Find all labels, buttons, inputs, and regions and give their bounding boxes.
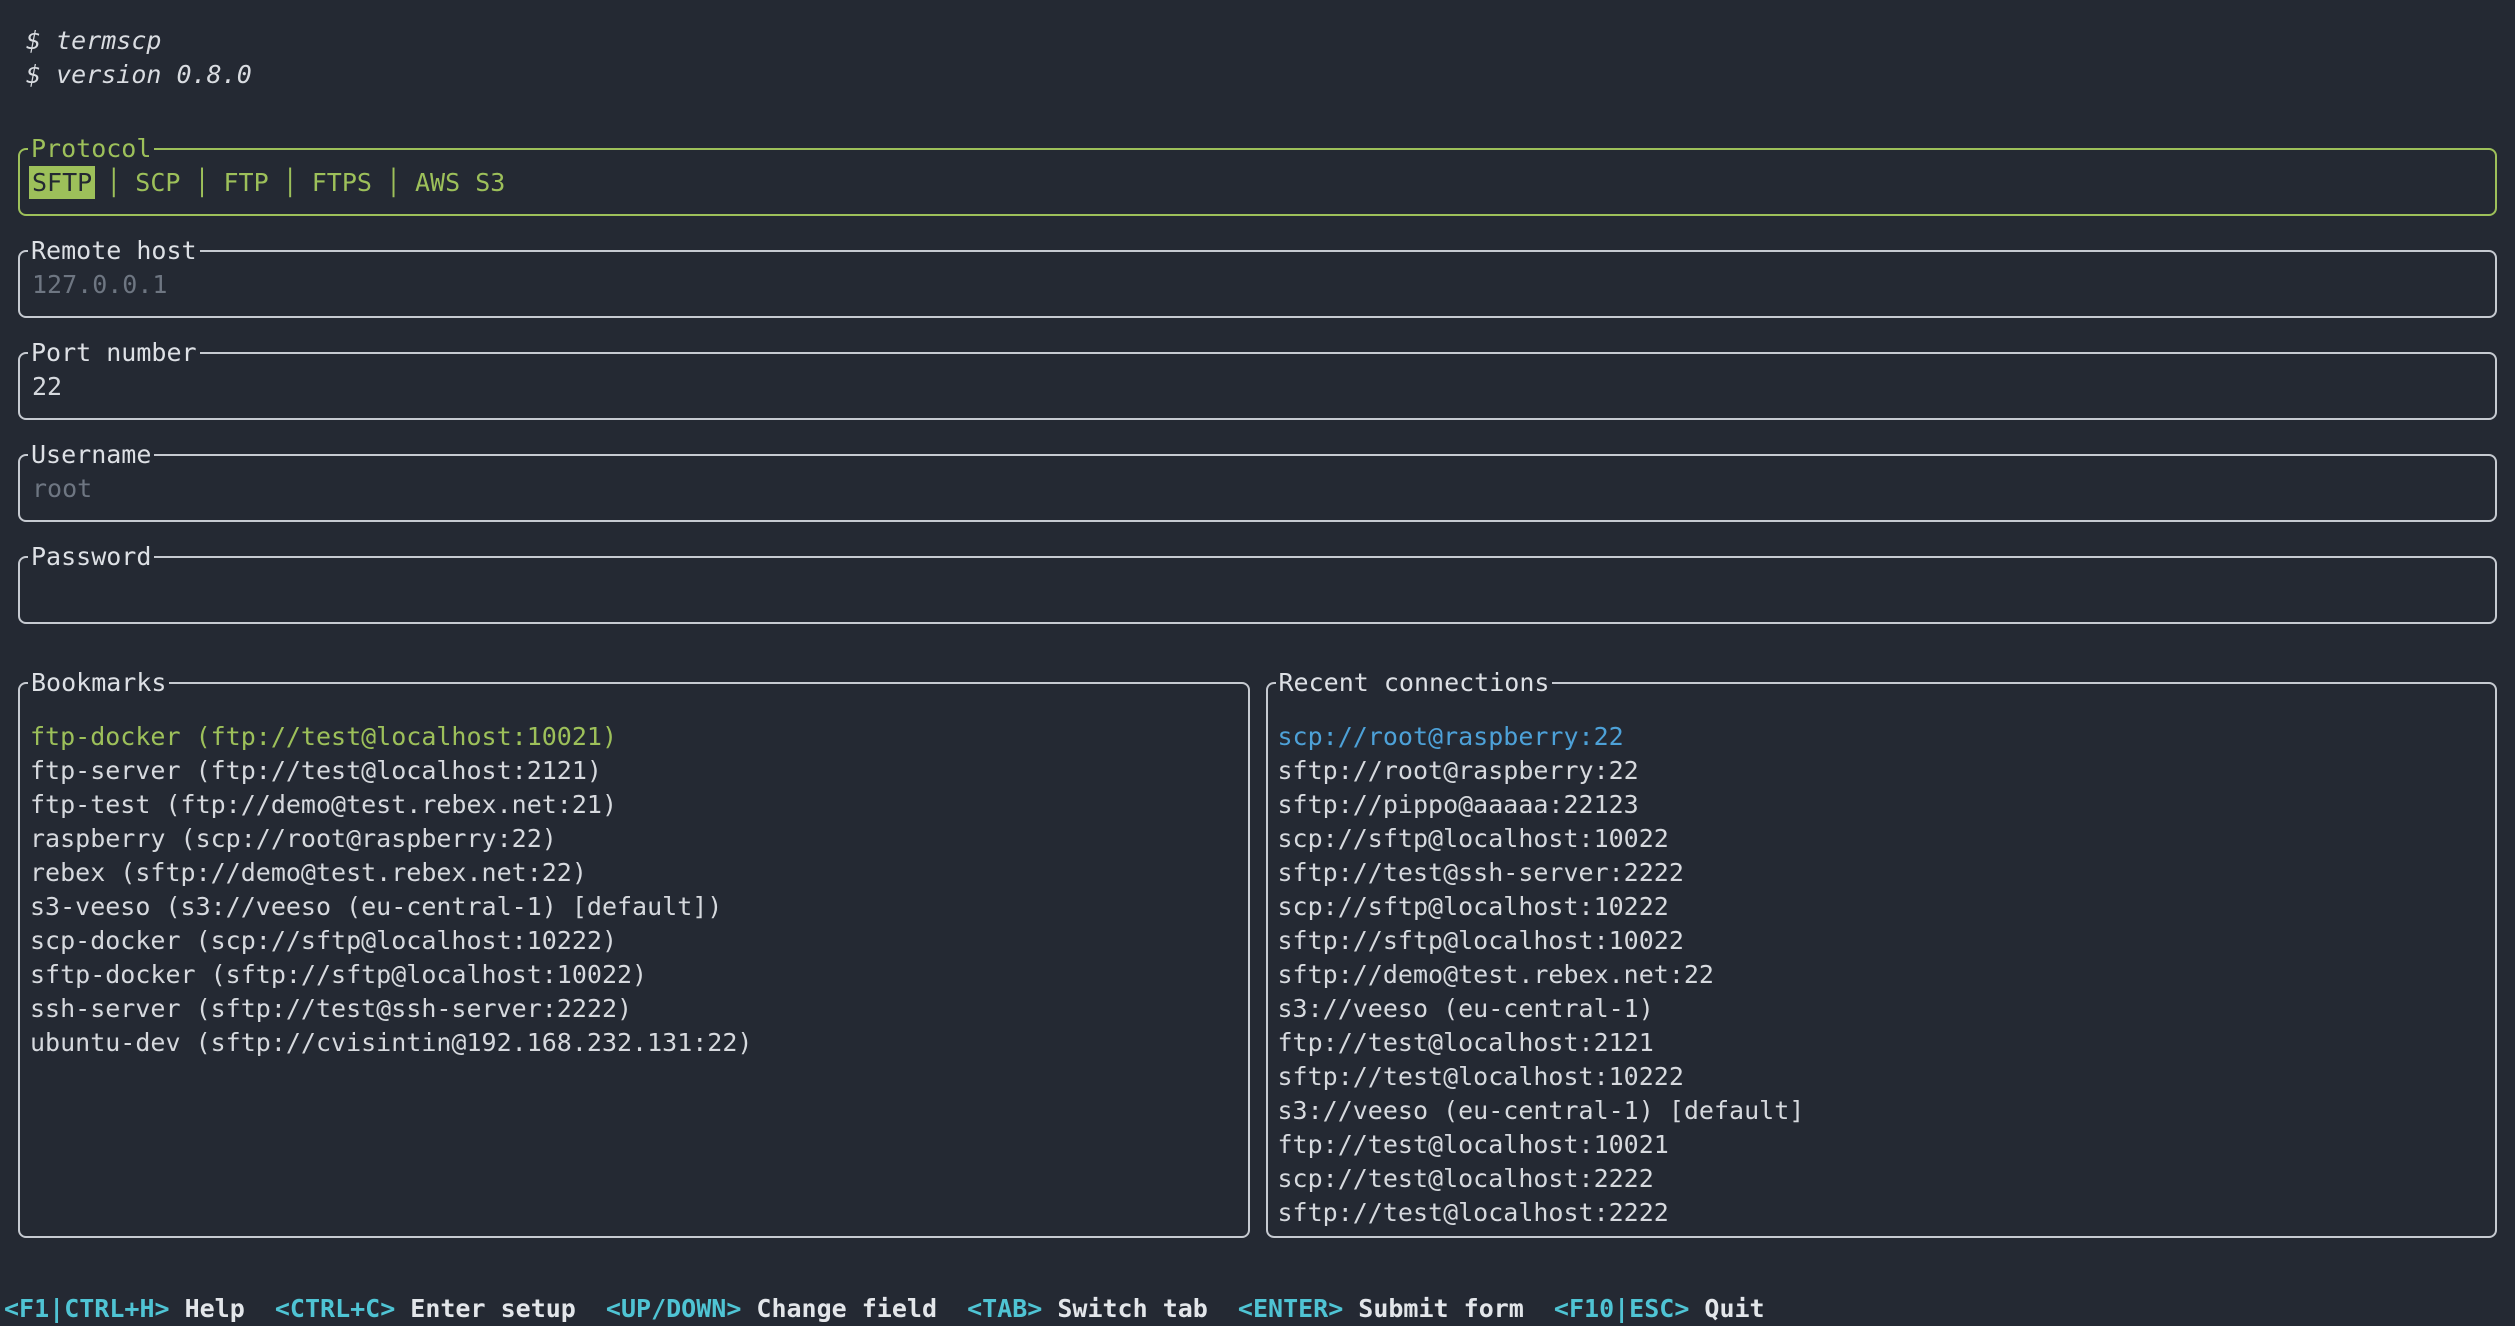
protocol-radio-group: Protocol SFTP │ SCP │ FTP │ — [18, 148, 2497, 216]
bookmark-item[interactable]: ftp-docker (ftp://test@localhost:10021) — [30, 720, 1248, 754]
bookmark-item[interactable]: ftp-test (ftp://demo@test.rebex.net:21) — [30, 788, 1248, 822]
protocol-separator: │ — [386, 168, 401, 197]
bookmark-item[interactable]: ssh-server (sftp://test@ssh-server:2222) — [30, 992, 1248, 1026]
protocol-option-label[interactable]: SCP — [135, 168, 180, 197]
bookmark-item[interactable]: scp-docker (scp://sftp@localhost:10222) — [30, 924, 1248, 958]
recent-connection-item[interactable]: s3://veeso (eu-central-1) [default] — [1278, 1094, 2496, 1128]
password-value[interactable] — [20, 558, 2495, 622]
protocol-separator: │ — [106, 168, 121, 197]
bookmarks-list: ftp-docker (ftp://test@localhost:10021) … — [20, 684, 1248, 1060]
terminal-header: $ termscp $ version 0.8.0 — [26, 24, 2497, 92]
recent-connection-item[interactable]: sftp://sftp@localhost:10022 — [1278, 924, 2496, 958]
protocol-option[interactable]: │ FTPS — [269, 168, 372, 197]
help-key: <CTRL+C> — [275, 1294, 395, 1323]
protocol-option[interactable]: │ FTP — [180, 168, 268, 197]
recent-connection-item[interactable]: sftp://demo@test.rebex.net:22 — [1278, 958, 2496, 992]
bookmark-item[interactable]: raspberry (scp://root@raspberry:22) — [30, 822, 1248, 856]
bookmark-item[interactable]: ftp-server (ftp://test@localhost:2121) — [30, 754, 1248, 788]
protocol-label: Protocol — [28, 132, 154, 166]
help-entry: <ENTER> Submit form — [1238, 1294, 1524, 1323]
bookmark-item[interactable]: s3-veeso (s3://veeso (eu-central-1) [def… — [30, 890, 1248, 924]
protocol-separator: │ — [283, 168, 298, 197]
help-entry: <F1|CTRL+H> Help — [4, 1294, 245, 1323]
recent-connection-item[interactable]: sftp://test@localhost:10222 — [1278, 1060, 2496, 1094]
recent-connection-item[interactable]: scp://sftp@localhost:10222 — [1278, 890, 2496, 924]
recent-connections-panel: Recent connections scp://root@raspberry:… — [1266, 682, 2498, 1238]
recent-connection-item[interactable]: sftp://root@raspberry:22 — [1278, 754, 2496, 788]
protocol-option-label[interactable]: FTPS — [312, 168, 372, 197]
bookmarks-panel: Bookmarks ftp-docker (ftp://test@localho… — [18, 682, 1250, 1238]
help-action: Switch tab — [1057, 1294, 1208, 1323]
protocol-options: SFTP │ SCP │ FTP │ FTPS │ — [20, 150, 2495, 214]
help-key: <ENTER> — [1238, 1294, 1343, 1323]
bookmark-item[interactable]: ubuntu-dev (sftp://cvisintin@192.168.232… — [30, 1026, 1248, 1060]
recent-connection-item[interactable]: s3://veeso (eu-central-1) — [1278, 992, 2496, 1026]
port-number-label: Port number — [28, 336, 200, 370]
password-field[interactable]: Password — [18, 556, 2497, 624]
help-bar: <F1|CTRL+H> Help <CTRL+C> Enter setup <UP/… — [4, 1292, 2497, 1326]
recent-connection-item[interactable]: scp://test@localhost:2222 — [1278, 1162, 2496, 1196]
recent-connection-item[interactable]: sftp://test@ssh-server:2222 — [1278, 856, 2496, 890]
recent-connection-item[interactable]: scp://sftp@localhost:10022 — [1278, 822, 2496, 856]
protocol-option-label[interactable]: SFTP — [29, 166, 95, 199]
remote-host-value[interactable]: 127.0.0.1 — [20, 252, 2495, 316]
help-action: Submit form — [1358, 1294, 1524, 1323]
help-entry: <CTRL+C> Enter setup — [275, 1294, 576, 1323]
panels-row: Bookmarks ftp-docker (ftp://test@localho… — [18, 682, 2497, 1238]
port-number-field[interactable]: Port number 22 — [18, 352, 2497, 420]
protocol-option-label[interactable]: FTP — [224, 168, 269, 197]
app-name-line: $ termscp — [26, 24, 2497, 58]
username-value[interactable]: root — [20, 456, 2495, 520]
help-action: Enter setup — [410, 1294, 576, 1323]
username-field[interactable]: Username root — [18, 454, 2497, 522]
recent-connections-list: scp://root@raspberry:22 sftp://root@rasp… — [1268, 684, 2496, 1230]
bookmark-item[interactable]: sftp-docker (sftp://sftp@localhost:10022… — [30, 958, 1248, 992]
recent-connection-item[interactable]: ftp://test@localhost:10021 — [1278, 1128, 2496, 1162]
recent-connection-item[interactable]: scp://root@raspberry:22 — [1278, 720, 2496, 754]
bookmarks-label: Bookmarks — [28, 666, 169, 700]
help-action: Help — [185, 1294, 245, 1323]
protocol-option[interactable]: SFTP — [32, 168, 92, 197]
remote-host-label: Remote host — [28, 234, 200, 268]
help-entry: <F10|ESC> Quit — [1554, 1294, 1765, 1323]
recent-connection-item[interactable]: sftp://pippo@aaaaa:22123 — [1278, 788, 2496, 822]
recent-connection-item[interactable]: sftp://test@localhost:2222 — [1278, 1196, 2496, 1230]
protocol-option[interactable]: │ SCP — [92, 168, 180, 197]
recent-connection-item[interactable]: ftp://test@localhost:2121 — [1278, 1026, 2496, 1060]
bookmark-item[interactable]: rebex (sftp://demo@test.rebex.net:22) — [30, 856, 1248, 890]
protocol-option-label[interactable]: AWS S3 — [415, 168, 505, 197]
port-number-value[interactable]: 22 — [20, 354, 2495, 418]
termscp-screen: $ termscp $ version 0.8.0 Protocol SFTP … — [0, 0, 2515, 1326]
help-key: <F1|CTRL+H> — [4, 1294, 170, 1323]
help-key: <TAB> — [967, 1294, 1042, 1323]
help-entry: <TAB> Switch tab — [967, 1294, 1208, 1323]
protocol-separator: │ — [194, 168, 209, 197]
username-label: Username — [28, 438, 154, 472]
help-entry: <UP/DOWN> Change field — [606, 1294, 937, 1323]
version-line: $ version 0.8.0 — [26, 58, 2497, 92]
help-key: <F10|ESC> — [1554, 1294, 1689, 1323]
protocol-option[interactable]: │ AWS S3 — [372, 168, 505, 197]
help-key: <UP/DOWN> — [606, 1294, 741, 1323]
help-action: Change field — [756, 1294, 937, 1323]
recent-connections-label: Recent connections — [1276, 666, 1553, 700]
help-action: Quit — [1704, 1294, 1764, 1323]
password-label: Password — [28, 540, 154, 574]
remote-host-field[interactable]: Remote host 127.0.0.1 — [18, 250, 2497, 318]
